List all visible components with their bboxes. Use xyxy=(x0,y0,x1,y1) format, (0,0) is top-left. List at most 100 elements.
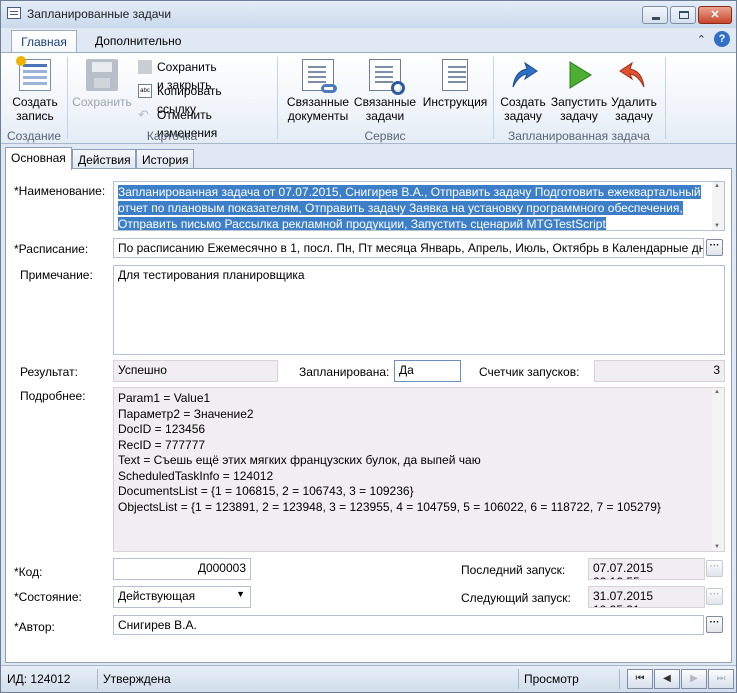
details-label: Подробнее: xyxy=(20,389,86,403)
run-task-label-2: задачу xyxy=(560,109,598,123)
next-run-label: Следующий запуск: xyxy=(461,591,571,605)
schedule-label: *Расписание: xyxy=(14,242,89,256)
status-divider xyxy=(97,669,98,689)
last-run-field: 07.07.2015 22:12:55 xyxy=(588,558,705,580)
next-run-field: 31.07.2015 19:35:31 xyxy=(588,586,705,608)
delete-task-label-2: задачу xyxy=(615,109,653,123)
create-record-label-2: запись xyxy=(16,109,54,123)
details-line: ObjectsList = {1 = 123891, 2 = 123948, 3… xyxy=(118,499,661,514)
note-field[interactable]: Для тестирования планировщика xyxy=(113,265,725,355)
delete-task-icon xyxy=(619,61,645,88)
name-line-2: отчет по плановым показателям, Отправить… xyxy=(118,201,683,215)
details-field: Param1 = Value1 Параметр2 = Значение2 Do… xyxy=(113,387,725,552)
save-icon xyxy=(86,59,118,91)
details-line: Param1 = Value1 xyxy=(118,391,211,405)
state-select-value: Действующая xyxy=(118,589,196,603)
details-line: DocID = 123456 xyxy=(118,422,206,436)
group-divider xyxy=(67,57,68,139)
result-field: Успешно xyxy=(113,360,278,382)
tab-history[interactable]: История xyxy=(136,149,194,169)
ribbon-tab-advanced[interactable]: Дополнительно xyxy=(87,30,189,52)
counter-field: 3 xyxy=(594,360,725,382)
create-task-label-2: задачу xyxy=(504,109,542,123)
author-label: *Автор: xyxy=(14,620,55,634)
create-task-button[interactable]: Создать задачу xyxy=(497,55,549,123)
details-line: ScheduledTaskInfo = 124012 xyxy=(118,468,274,483)
group-divider xyxy=(493,57,494,139)
title-bar: Запланированные задачи ✕ xyxy=(1,1,736,28)
instruction-icon xyxy=(442,59,468,91)
status-mode: Просмотр xyxy=(524,672,579,686)
counter-label: Счетчик запусков: xyxy=(479,365,580,379)
planned-label: Запланирована: xyxy=(299,365,390,379)
next-run-select-button[interactable]: ··· xyxy=(706,588,723,605)
related-documents-button[interactable]: Связанные документы xyxy=(285,55,351,123)
save-button[interactable]: Сохранить xyxy=(71,55,133,109)
first-record-icon: ⏮ xyxy=(635,673,645,684)
first-record-button[interactable]: ⏮ xyxy=(627,669,653,689)
tab-main[interactable]: Основная xyxy=(5,147,72,170)
delete-task-button[interactable]: Удалить задачу xyxy=(608,55,660,123)
close-button[interactable]: ✕ xyxy=(698,6,732,24)
instruction-button[interactable]: Инструкция xyxy=(420,55,490,109)
last-record-icon: ⏭ xyxy=(716,673,726,684)
tab-actions[interactable]: Действия xyxy=(72,149,136,169)
related-documents-label-1: Связанные xyxy=(286,95,350,109)
ribbon-tabs: Главная Дополнительно ⌃ ? xyxy=(1,28,736,52)
ribbon-tab-home[interactable]: Главная xyxy=(11,30,77,52)
run-task-button[interactable]: Запустить задачу xyxy=(550,55,608,123)
last-record-button[interactable]: ⏭ xyxy=(708,669,734,689)
related-documents-label-2: документы xyxy=(287,109,349,123)
create-record-button[interactable]: Создать запись xyxy=(7,55,63,123)
maximize-icon xyxy=(679,11,689,19)
note-label: Примечание: xyxy=(20,268,93,282)
name-label: *Наименование: xyxy=(14,184,106,198)
previous-record-button[interactable]: ◀ xyxy=(654,669,680,689)
code-field[interactable]: Д000003 xyxy=(113,558,251,580)
run-task-label-1: Запустить xyxy=(550,95,608,109)
result-label: Результат: xyxy=(20,365,78,379)
create-record-label-1: Создать xyxy=(12,95,58,109)
related-documents-icon xyxy=(302,59,337,93)
group-divider xyxy=(277,57,278,139)
related-tasks-label-1: Связанные xyxy=(353,95,417,109)
previous-record-icon: ◀ xyxy=(663,673,671,684)
name-line-3: Отправить письмо Рассылка рекламной прод… xyxy=(118,217,606,231)
next-record-icon: ▶ xyxy=(690,673,698,684)
link-icon xyxy=(321,84,337,93)
related-tasks-icon xyxy=(369,59,405,95)
related-tasks-button[interactable]: Связанные задачи xyxy=(352,55,418,123)
collapse-ribbon-icon[interactable]: ⌃ xyxy=(697,33,706,46)
next-record-button[interactable]: ▶ xyxy=(681,669,707,689)
details-scrollbar[interactable] xyxy=(712,388,724,551)
state-label: *Состояние: xyxy=(14,590,82,604)
minimize-icon xyxy=(652,17,660,20)
details-line: RecID = 777777 xyxy=(118,437,206,452)
help-icon[interactable]: ? xyxy=(714,31,730,47)
author-field[interactable]: Снигирев В.А. xyxy=(113,615,704,635)
last-run-label: Последний запуск: xyxy=(461,563,566,577)
maximize-button[interactable] xyxy=(670,6,696,24)
author-select-button[interactable]: ··· xyxy=(706,616,723,633)
name-field[interactable]: Запланированная задача от 07.07.2015, Сн… xyxy=(113,181,725,231)
code-label: *Код: xyxy=(14,565,43,579)
status-divider xyxy=(518,669,519,689)
magnifier-icon xyxy=(391,81,405,95)
planned-field[interactable]: Да xyxy=(394,360,461,382)
window-title: Запланированные задачи xyxy=(27,7,172,21)
last-run-select-button[interactable]: ··· xyxy=(706,560,723,577)
state-select[interactable]: Действующая ▼ xyxy=(113,586,251,608)
name-line-1: Запланированная задача от 07.07.2015, Сн… xyxy=(118,185,701,199)
schedule-field[interactable]: По расписанию Ежемесячно в 1, посл. Пн, … xyxy=(113,238,704,258)
create-task-label-1: Создать xyxy=(500,95,546,109)
save-label: Сохранить xyxy=(72,95,132,109)
group-label-card: Карточка xyxy=(146,129,198,143)
schedule-select-button[interactable]: ··· xyxy=(706,239,723,256)
status-id: ИД: 124012 xyxy=(7,672,71,686)
minimize-button[interactable] xyxy=(642,6,668,24)
close-icon: ✕ xyxy=(710,9,720,21)
name-scrollbar[interactable] xyxy=(712,182,724,230)
delete-task-label-1: Удалить xyxy=(611,95,657,109)
status-state: Утверждена xyxy=(103,672,171,686)
ribbon: Создать запись Создание Сохранить Сохран… xyxy=(1,52,736,144)
